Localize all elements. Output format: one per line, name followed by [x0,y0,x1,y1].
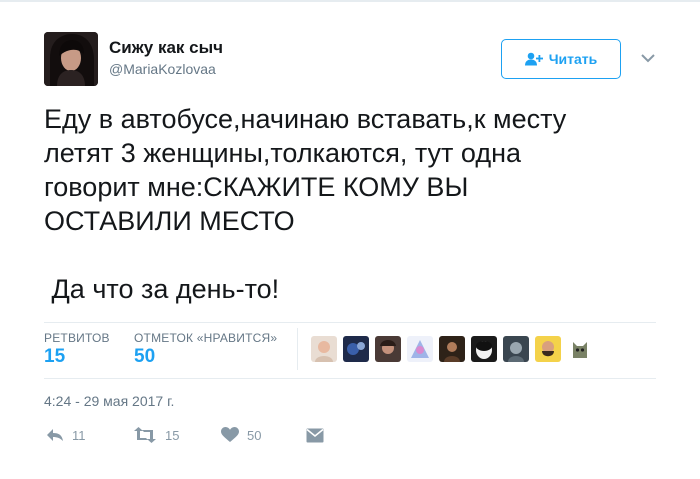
avatar-image [44,32,98,86]
liker-avatar-8[interactable] [535,336,561,362]
tweet-timestamp[interactable]: 4:24 - 29 мая 2017 г. [44,393,174,409]
liker-avatar-5[interactable] [439,336,465,362]
direct-message-action[interactable] [306,425,324,445]
retweet-count: 15 [165,427,180,443]
stats-bottom-divider [44,378,656,379]
retweets-label: РЕТВИТОВ [44,331,110,345]
author-avatar[interactable] [44,32,98,86]
chevron-down-icon[interactable] [640,50,656,66]
retweet-icon [134,427,156,443]
liker-avatar-3[interactable] [375,336,401,362]
likes-label: ОТМЕТОК «НРАВИТСЯ» [134,331,278,345]
liker-avatar-1[interactable] [311,336,337,362]
user-plus-icon [524,52,543,66]
follow-button[interactable]: Читать [501,39,621,79]
liker-avatar-7[interactable] [503,336,529,362]
liker-avatar-2[interactable] [343,336,369,362]
reply-icon [47,429,63,441]
heart-icon [221,427,239,442]
top-border [0,0,700,2]
follow-button-label: Читать [548,51,598,67]
retweet-action[interactable]: 15 [133,425,179,445]
reply-action[interactable]: 11 [46,425,86,445]
like-count: 50 [247,427,262,443]
stats-top-divider [44,322,656,323]
author-handle[interactable]: @MariaKozlovaa [109,61,216,77]
tweet-text: Еду в автобусе,начинаю вставать,к месту … [44,104,567,304]
reply-count: 11 [72,427,86,443]
envelope-icon [306,428,324,442]
retweets-count[interactable]: 15 [44,346,65,368]
likes-count[interactable]: 50 [134,346,155,368]
liker-avatar-4[interactable] [407,336,433,362]
like-action[interactable]: 50 [221,425,261,445]
stats-separator [297,328,298,370]
liker-avatar-9[interactable] [567,336,593,362]
author-name[interactable]: Сижу как сыч [109,38,223,58]
liker-avatar-6[interactable] [471,336,497,362]
